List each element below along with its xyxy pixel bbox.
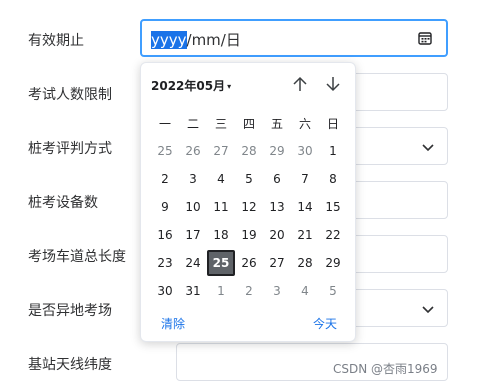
- day-cell[interactable]: 30: [291, 138, 319, 164]
- day-cell[interactable]: 16: [151, 222, 179, 248]
- arrow-down-icon[interactable]: [324, 75, 342, 93]
- day-cell[interactable]: 15: [319, 194, 347, 220]
- day-cell[interactable]: 25: [151, 138, 179, 164]
- weekday-header: 日: [326, 117, 339, 131]
- day-cell[interactable]: 12: [235, 194, 263, 220]
- chevron-down-icon: [422, 144, 434, 152]
- day-cell[interactable]: 23: [151, 250, 179, 276]
- weekday-header: 四: [242, 117, 255, 131]
- day-cell[interactable]: 29: [319, 250, 347, 276]
- label-pile-devices: 桩考设备数: [28, 195, 98, 211]
- label-exam-limit: 考试人数限制: [28, 87, 112, 103]
- day-cell[interactable]: 7: [291, 166, 319, 192]
- day-cell[interactable]: 3: [263, 278, 291, 304]
- day-cell[interactable]: 24: [179, 250, 207, 276]
- label-pile-judge: 桩考评判方式: [28, 141, 112, 157]
- month-year-dropdown[interactable]: 2022年05月 ▾: [151, 77, 231, 94]
- day-cell[interactable]: 31: [179, 278, 207, 304]
- day-cell[interactable]: 1: [207, 278, 235, 304]
- chevron-down-icon: [422, 306, 434, 314]
- day-cell[interactable]: 30: [151, 278, 179, 304]
- day-cell[interactable]: 26: [235, 250, 263, 276]
- date-picker-popup: 2022年05月 ▾ 一 二 三 四 五 六 日 25 26 27 28 29 3…: [140, 62, 356, 342]
- day-cell[interactable]: 5: [235, 166, 263, 192]
- day-cell[interactable]: 9: [151, 194, 179, 220]
- label-lane-length: 考场车道总长度: [28, 249, 126, 265]
- watermark: CSDN @杏雨1969: [333, 362, 438, 376]
- calendar-icon[interactable]: [418, 31, 432, 45]
- month-label[interactable]: 2022年05月: [151, 79, 225, 93]
- valid-until-date-input[interactable]: yyyy/mm/日: [140, 19, 448, 57]
- day-cell[interactable]: 2: [235, 278, 263, 304]
- weekday-header: 一: [158, 117, 171, 131]
- date-input-text[interactable]: yyyy/mm/日: [151, 29, 241, 50]
- day-cell[interactable]: 6: [263, 166, 291, 192]
- day-cell[interactable]: 11: [207, 194, 235, 220]
- date-year-segment[interactable]: yyyy: [151, 31, 187, 49]
- day-cell[interactable]: 4: [291, 278, 319, 304]
- day-cell[interactable]: 10: [179, 194, 207, 220]
- day-cell-today[interactable]: 25: [207, 250, 235, 276]
- day-cell[interactable]: 26: [179, 138, 207, 164]
- weekday-header: 三: [214, 117, 227, 131]
- weekday-header: 二: [186, 117, 199, 131]
- today-button[interactable]: 今天: [313, 315, 337, 332]
- day-cell[interactable]: 20: [263, 222, 291, 248]
- label-antenna-lat: 基站天线纬度: [28, 357, 112, 373]
- clear-button[interactable]: 清除: [161, 315, 185, 332]
- weekday-header: 六: [298, 117, 311, 131]
- day-cell[interactable]: 27: [207, 138, 235, 164]
- caret-down-icon[interactable]: ▾: [227, 82, 231, 91]
- label-valid-until: 有效期止: [28, 33, 84, 49]
- label-remote-site: 是否异地考场: [28, 303, 112, 319]
- day-cell[interactable]: 21: [291, 222, 319, 248]
- day-cell[interactable]: 8: [319, 166, 347, 192]
- day-cell[interactable]: 5: [319, 278, 347, 304]
- arrow-up-icon[interactable]: [291, 75, 309, 93]
- day-cell[interactable]: 28: [291, 250, 319, 276]
- day-cell[interactable]: 27: [263, 250, 291, 276]
- day-cell[interactable]: 19: [235, 222, 263, 248]
- date-rest-segment[interactable]: /mm/日: [187, 31, 241, 49]
- day-cell[interactable]: 28: [235, 138, 263, 164]
- day-cell[interactable]: 3: [179, 166, 207, 192]
- day-cell[interactable]: 29: [263, 138, 291, 164]
- day-cell[interactable]: 22: [319, 222, 347, 248]
- day-cell[interactable]: 17: [179, 222, 207, 248]
- day-cell[interactable]: 18: [207, 222, 235, 248]
- day-cell[interactable]: 14: [291, 194, 319, 220]
- day-cell[interactable]: 2: [151, 166, 179, 192]
- day-cell[interactable]: 13: [263, 194, 291, 220]
- form-panel: 有效期止 yyyy/mm/日 考试人数限制 桩考评判方式 桩考设备数 考场车道总…: [0, 0, 482, 386]
- day-cell[interactable]: 1: [319, 138, 347, 164]
- weekday-header: 五: [270, 117, 283, 131]
- day-cell[interactable]: 4: [207, 166, 235, 192]
